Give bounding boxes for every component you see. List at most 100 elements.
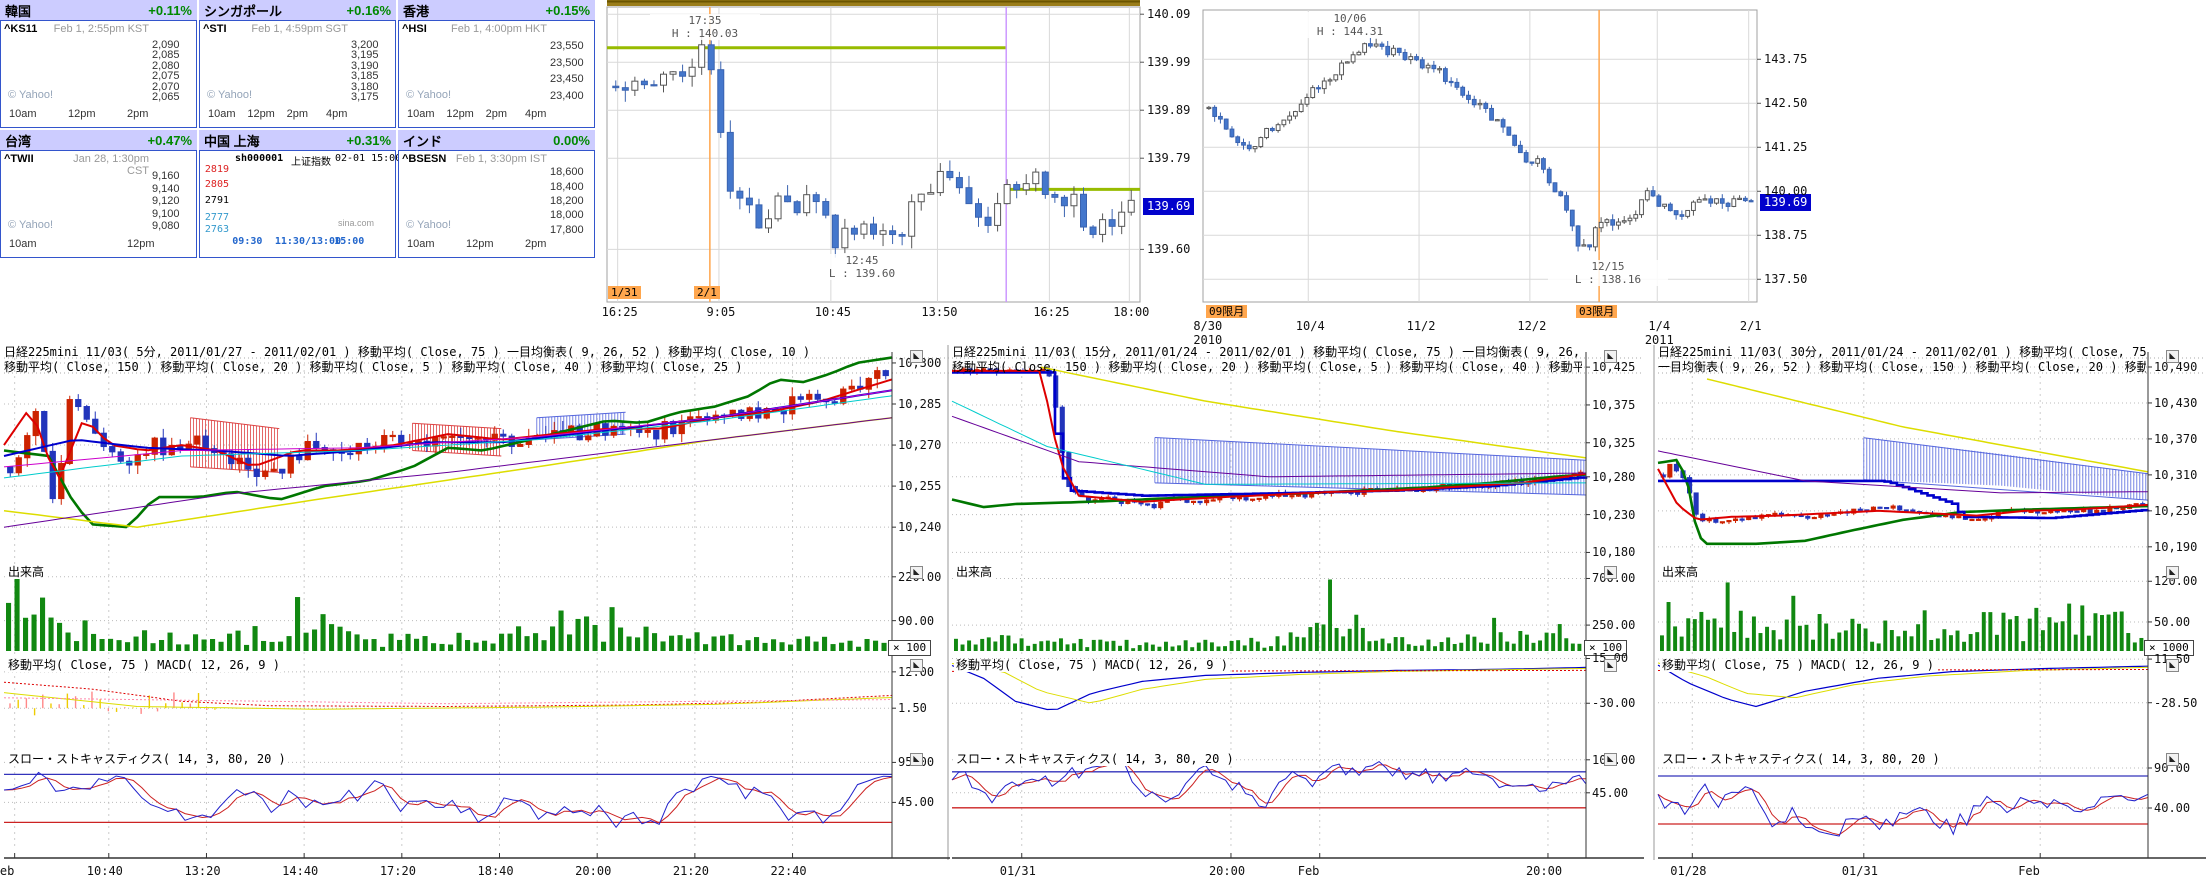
x-axis-label: 4pm [525, 108, 546, 120]
x-axis-label: Feb [2018, 864, 2064, 878]
stoch-collapse-icon[interactable]: ◣ [2166, 753, 2179, 766]
y-axis-label: 18,000 [550, 209, 584, 221]
y-axis-label: 10,285 [898, 397, 941, 411]
price-collapse-icon[interactable]: ◣ [1604, 350, 1617, 363]
mini-ticker: ^STI [203, 23, 227, 35]
x-axis-label: 20:00 [1526, 864, 1572, 878]
low-value: L : 139.60 [807, 267, 917, 280]
y-axis-label: 2763 [202, 224, 229, 235]
stoch-collapse-icon[interactable]: ◣ [1604, 753, 1617, 766]
mini-timestamp: Feb 1, 3:30pm IST [450, 153, 547, 165]
panel2-title-line1: 日経225mini 11/03( 15分, 2011/01/24 - 2011/… [952, 345, 1582, 359]
x-axis-label: 18:40 [478, 864, 524, 878]
x-axis-label: 20:00 [575, 864, 621, 878]
y-axis-label: 90.00 [898, 614, 934, 628]
x-axis-label: 01/28 [1670, 864, 1716, 878]
low-value: L : 138.16 [1548, 273, 1668, 286]
y-axis-label: 140.00 [1764, 184, 1807, 198]
macd-collapse-icon[interactable]: ◣ [910, 659, 923, 672]
x-axis-label: Feb [1298, 864, 1344, 878]
y-axis-label: 23,400 [550, 90, 584, 102]
y-axis-label: 3,175 [351, 91, 379, 103]
x-axis-year-label: 2011 [1637, 333, 1681, 347]
stoch-collapse-icon[interactable]: ◣ [910, 753, 923, 766]
x-axis-label: 22:40 [771, 864, 817, 878]
x-axis-label: 12pm [446, 108, 474, 120]
y-axis-label: 50.00 [2154, 615, 2190, 629]
y-axis-label: 250.00 [1592, 618, 1635, 632]
y-axis-label: 45.00 [1592, 786, 1628, 800]
macd-collapse-icon[interactable]: ◣ [1604, 659, 1617, 672]
yahoo-copyright: © Yahoo! [207, 89, 252, 101]
y-axis-label: 10,230 [1592, 508, 1635, 522]
mini-panel-header: 台湾 +0.47% [0, 130, 197, 151]
yahoo-copyright: © Yahoo! [8, 89, 53, 101]
x-axis-label: 13:20 [184, 864, 230, 878]
price-collapse-icon[interactable]: ◣ [910, 350, 923, 363]
x-axis-label: 14:40 [282, 864, 328, 878]
x-axis-label: 2pm [287, 108, 308, 120]
y-axis-label: 23,450 [550, 73, 584, 85]
date-tag-0131: 1/31 [608, 286, 641, 299]
market-change: +0.11% [148, 3, 192, 18]
x-axis-label: 16:25 [1029, 305, 1073, 319]
x-axis-label: 18:00 [1109, 305, 1153, 319]
x-axis-label: 13:50 [917, 305, 961, 319]
mini-ticker: ^BSESN [402, 153, 446, 165]
y-axis-label: 2791 [202, 195, 229, 206]
y-axis-label: 137.50 [1764, 272, 1807, 286]
panel1-volume-label: 出来高 [6, 566, 46, 579]
market-name: 台湾 [5, 131, 31, 150]
market-change: +0.47% [148, 133, 192, 148]
market-change: +0.31% [347, 133, 391, 148]
sina-index-name: 上证指数 [291, 153, 331, 168]
y-axis-label: 10,240 [898, 520, 941, 534]
mini-panel-header: インド0.00% [398, 130, 595, 151]
y-axis-label: 1.50 [898, 701, 927, 715]
x-axis-label: 2/1 [1729, 319, 1773, 333]
panel2-stoch-label: スロー・ストキャスティクス( 14, 3, 80, 20 ) [954, 753, 1236, 766]
high-time: 17:35 [650, 14, 760, 27]
daily-high-annotation: 10/06 H : 144.31 [1290, 12, 1410, 38]
x-axis-label: 21:20 [673, 864, 719, 878]
macd-collapse-icon[interactable]: ◣ [2166, 659, 2179, 672]
y-axis-label: -30.00 [1592, 696, 1635, 710]
y-axis-label: 9,100 [152, 208, 180, 220]
x-axis-label: 10:40 [87, 864, 133, 878]
panel3-title-line1: 日経225mini 11/03( 30分, 2011/01/24 - 2011/… [1658, 345, 2146, 359]
y-axis-label: 40.00 [2154, 801, 2190, 815]
panel3-macd-label: 移動平均( Close, 75 ) MACD( 12, 26, 9 ) [1660, 659, 1936, 672]
y-axis-label: 10,255 [898, 479, 941, 493]
mini-ticker: ^HSI [402, 23, 427, 35]
volume-collapse-icon[interactable]: ◣ [1604, 566, 1617, 579]
mini-ticker: ^KS11 [4, 23, 37, 35]
y-axis-label: 143.75 [1764, 52, 1807, 66]
y-axis-label: 23,500 [550, 57, 584, 69]
market-change: 0.00% [553, 133, 590, 148]
y-axis-label: 10,325 [1592, 436, 1635, 450]
y-axis-label: 17,800 [550, 224, 584, 236]
y-axis-label: 139.99 [1147, 55, 1190, 69]
y-axis-label: 10,375 [1592, 398, 1635, 412]
panel3-stoch-label: スロー・ストキャスティクス( 14, 3, 80, 20 ) [1660, 753, 1942, 766]
sina-code: sh000001 [235, 153, 283, 164]
x-axis-label: 12pm [247, 108, 275, 120]
volume-collapse-icon[interactable]: ◣ [2166, 566, 2179, 579]
price-collapse-icon[interactable]: ◣ [2166, 350, 2179, 363]
y-axis-label: 45.00 [898, 795, 934, 809]
y-axis-label: -28.50 [2154, 696, 2197, 710]
y-axis-label: 2,065 [152, 91, 180, 103]
mini-panel-header: 韓国+0.11% [0, 0, 197, 21]
volume-collapse-icon[interactable]: ◣ [910, 566, 923, 579]
x-axis-label: 8/30 [1186, 319, 1230, 333]
high-value: H : 144.31 [1290, 25, 1410, 38]
x-axis-label: 12pm [68, 108, 96, 120]
x-axis-label: 09:30 [232, 236, 262, 247]
x-axis-label: 01/31 [1842, 864, 1888, 878]
y-axis-label: 141.25 [1764, 140, 1807, 154]
x-axis-year-label: 2010 [1186, 333, 1230, 347]
y-axis-label: 2819 [202, 164, 229, 175]
high-date: 10/06 [1290, 12, 1410, 25]
panel2-title-line2: 移動平均( Close, 150 ) 移動平均( Close, 20 ) 移動平… [952, 360, 1582, 374]
x-axis-label: 9:05 [699, 305, 743, 319]
